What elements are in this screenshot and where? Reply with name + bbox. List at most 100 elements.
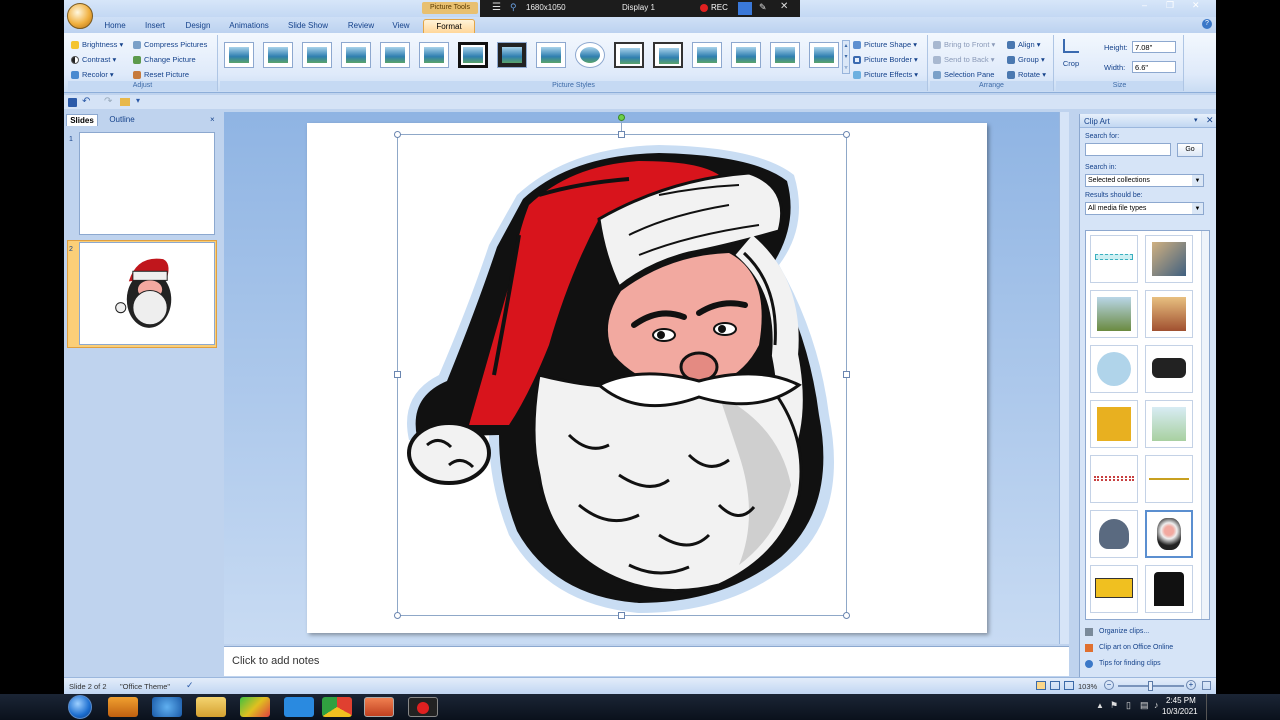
pane-options-icon[interactable]: ▾ (1194, 116, 1198, 124)
tab-view[interactable]: View (386, 19, 416, 33)
clip-border-gold[interactable] (1145, 455, 1193, 503)
clip-art-online-link[interactable]: Clip art on Office Online (1099, 644, 1173, 651)
organize-clips-link[interactable]: Organize clips... (1099, 628, 1149, 635)
maximize-icon[interactable]: ❐ (1166, 0, 1174, 11)
rotate-button[interactable]: Rotate ▾ (1006, 68, 1046, 81)
close-icon[interactable]: ✕ (1192, 0, 1200, 11)
bluestacks-icon[interactable] (240, 697, 270, 717)
crop-button[interactable]: Crop (1060, 39, 1082, 75)
clip-landscape[interactable] (1090, 290, 1138, 338)
fit-to-window-icon[interactable] (1202, 681, 1211, 690)
picture-style-10[interactable] (575, 42, 605, 68)
zoom-in-icon[interactable]: + (1186, 680, 1196, 690)
picture-style-6[interactable] (419, 42, 449, 68)
file-explorer-icon[interactable] (196, 697, 226, 717)
redo-icon[interactable]: ↷ (104, 96, 112, 107)
zoom-out-icon[interactable]: − (1104, 680, 1114, 690)
clip-border-blue[interactable] (1090, 235, 1138, 283)
tab-insert[interactable]: Insert (138, 19, 172, 33)
office-button[interactable] (67, 3, 93, 29)
tab-review[interactable]: Review (341, 19, 381, 33)
undo-icon[interactable]: ↶ (82, 96, 90, 107)
change-picture-button[interactable]: Change Picture (132, 53, 196, 66)
zoom-slider-thumb[interactable] (1148, 681, 1153, 691)
santa-clip-art[interactable] (399, 135, 847, 615)
picture-shape-button[interactable]: Picture Shape ▾ (852, 38, 917, 51)
clip-santa-selected[interactable] (1145, 510, 1193, 558)
clip-runner[interactable] (1090, 345, 1138, 393)
search-input[interactable] (1085, 143, 1171, 156)
powerpoint-taskbar-icon[interactable] (364, 697, 394, 717)
clip-cow[interactable] (1145, 345, 1193, 393)
slide-thumbnail-1[interactable] (79, 132, 215, 235)
go-button[interactable]: Go (1177, 143, 1203, 157)
group-button[interactable]: Group ▾ (1006, 53, 1045, 66)
picture-effects-button[interactable]: Picture Effects ▾ (852, 68, 918, 81)
tab-home[interactable]: Home (98, 19, 132, 33)
rec-label[interactable]: REC (711, 3, 728, 12)
picture-style-4[interactable] (341, 42, 371, 68)
media-player-icon[interactable] (108, 697, 138, 717)
tab-outline[interactable]: Outline (102, 114, 142, 126)
chrome-icon[interactable] (322, 697, 352, 717)
tab-slides[interactable]: Slides (66, 114, 98, 126)
send-to-back-button[interactable]: Send to Back ▾ (932, 53, 994, 66)
compress-pictures-button[interactable]: Compress Pictures (132, 38, 207, 51)
notes-pane[interactable]: Click to add notes (224, 646, 1069, 676)
recorder-taskbar-icon[interactable] (408, 697, 438, 717)
flag-icon[interactable]: ⚑ (1110, 700, 1118, 711)
clip-school-bus[interactable] (1090, 565, 1138, 613)
contrast-button[interactable]: Contrast ▾ (70, 53, 116, 66)
clip-yellow-car[interactable] (1090, 400, 1138, 448)
customize-qat-icon[interactable]: ▾ (136, 96, 140, 105)
open-icon[interactable] (120, 98, 130, 106)
recolor-button[interactable]: Recolor ▾ (70, 68, 114, 81)
clock-time[interactable]: 2:45 PM (1166, 696, 1196, 705)
height-field[interactable]: 7.08" (1132, 41, 1176, 53)
normal-view-icon[interactable] (1036, 681, 1046, 690)
reset-picture-button[interactable]: Reset Picture (132, 68, 189, 81)
picture-style-7[interactable] (458, 42, 488, 68)
picture-style-5[interactable] (380, 42, 410, 68)
clip-house[interactable] (1145, 565, 1193, 613)
close-toolbar-icon[interactable]: ✕ (780, 1, 788, 12)
results-select[interactable]: All media file types ▼ (1085, 202, 1204, 215)
network-icon[interactable]: ▤ (1140, 700, 1149, 711)
clip-autumn-trees[interactable] (1145, 290, 1193, 338)
tab-format[interactable]: Format (423, 19, 475, 33)
chevron-down-icon[interactable]: ▼ (1192, 175, 1203, 186)
internet-explorer-icon[interactable] (152, 697, 182, 717)
picture-style-14[interactable] (731, 42, 761, 68)
picture-style-11[interactable] (614, 42, 644, 68)
clip-eiffel-tower[interactable] (1145, 400, 1193, 448)
save-icon[interactable] (68, 98, 77, 107)
spellcheck-icon[interactable]: ✓ (186, 680, 194, 691)
zoom-slider[interactable] (1118, 681, 1184, 691)
clock-date[interactable]: 10/3/2021 (1162, 707, 1198, 716)
show-hidden-icons[interactable]: ▲ (1096, 701, 1104, 710)
picture-style-2[interactable] (263, 42, 293, 68)
brightness-button[interactable]: Brightness ▾ (70, 38, 123, 51)
picture-style-1[interactable] (224, 42, 254, 68)
start-button[interactable] (68, 695, 92, 719)
zoom-level[interactable]: 103% (1078, 682, 1097, 691)
slide-canvas[interactable] (307, 114, 987, 633)
clip-border-red[interactable] (1090, 455, 1138, 503)
clip-football-helmet[interactable] (1090, 510, 1138, 558)
slide-thumbnail-2[interactable] (79, 242, 215, 345)
pen-icon[interactable]: ✎ (759, 2, 767, 13)
gallery-scroll[interactable]: ▴ ▾ ▿ (842, 40, 850, 74)
picture-style-13[interactable] (692, 42, 722, 68)
align-button[interactable]: Align ▾ (1006, 38, 1041, 51)
tab-slide-show[interactable]: Slide Show (282, 19, 334, 33)
search-in-select[interactable]: Selected collections ▼ (1085, 174, 1204, 187)
picture-style-15[interactable] (770, 42, 800, 68)
capture-icon[interactable] (738, 2, 752, 15)
tab-animations[interactable]: Animations (224, 19, 274, 33)
menu-icon[interactable]: ☰ (492, 2, 501, 13)
help-icon[interactable]: ? (1202, 19, 1212, 29)
picture-style-8[interactable] (497, 42, 527, 68)
width-field[interactable]: 6.6" (1132, 61, 1176, 73)
selection-pane-button[interactable]: Selection Pane (932, 68, 994, 81)
power-icon[interactable]: ▯ (1126, 700, 1131, 711)
